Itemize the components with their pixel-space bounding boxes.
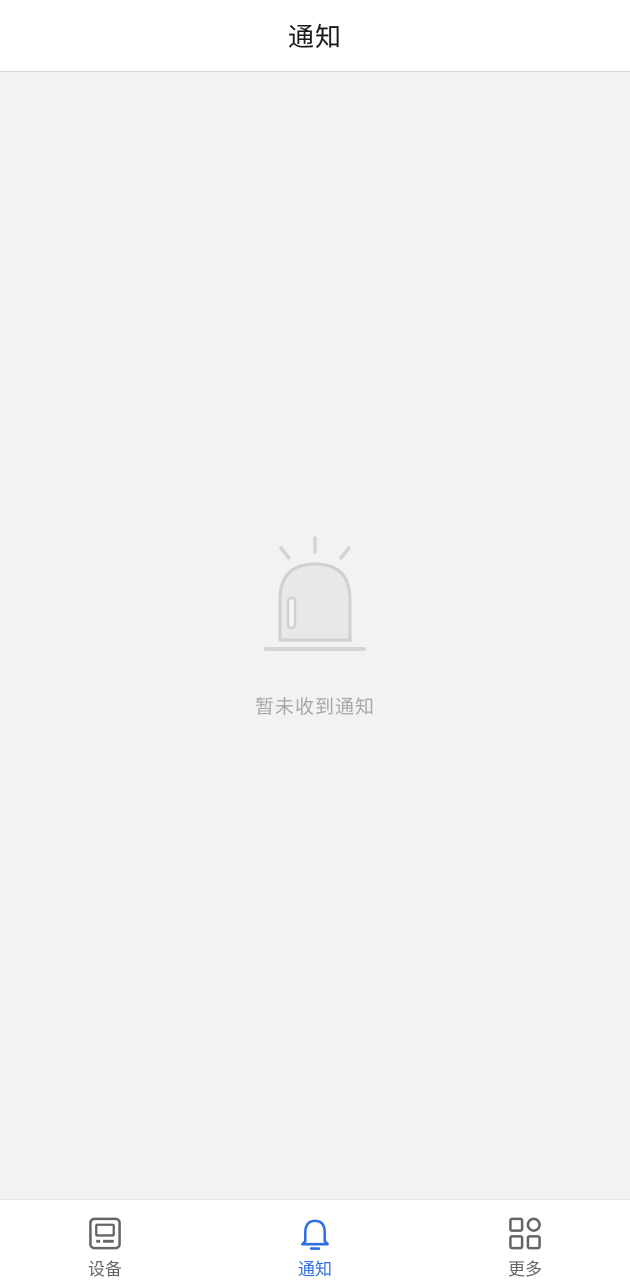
bell-icon — [301, 1219, 329, 1250]
empty-message: 暂未收到通知 — [254, 696, 375, 718]
device-icon — [89, 1217, 121, 1250]
top-bar: 通知 — [0, 0, 630, 72]
grid-icon — [509, 1217, 541, 1250]
alarm-light-icon — [264, 536, 366, 651]
tab-label-more: 更多 — [508, 1260, 542, 1280]
tab-notifications[interactable]: 通知 — [210, 1200, 420, 1280]
empty-state: 暂未收到通知 — [0, 534, 630, 719]
tab-label-devices: 设备 — [88, 1260, 122, 1280]
bottom-tab-bar: 设备 通知 更多 — [0, 1199, 630, 1280]
tab-devices[interactable]: 设备 — [0, 1200, 210, 1280]
page-title: 通知 — [287, 23, 342, 53]
notifications-screen: 通知 暂未收到通知 设备 通知 更多 — [0, 0, 630, 1280]
tab-more[interactable]: 更多 — [420, 1200, 630, 1280]
tab-label-notifications: 通知 — [298, 1260, 332, 1280]
notification-list-area[interactable]: 暂未收到通知 — [0, 72, 630, 1199]
